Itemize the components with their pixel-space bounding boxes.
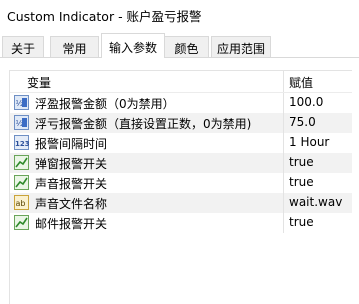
tab-scope-label: 应用范围 xyxy=(216,42,265,56)
tab-inputs[interactable]: 输入参数 xyxy=(101,33,165,58)
parameter-name: 浮亏报警金额（直接设置正数，0为禁用) xyxy=(35,117,252,131)
grid-header: 变量 赋值 xyxy=(10,71,352,92)
parameter-name: 声音报警开关 xyxy=(35,177,108,191)
cell-divider xyxy=(283,213,284,233)
table-row[interactable]: ab 声音文件名称 wait.wav xyxy=(10,193,352,213)
boolean-chart-icon xyxy=(14,175,29,190)
column-header-variable[interactable]: 变量 xyxy=(27,74,51,91)
parameter-value[interactable]: true xyxy=(289,155,314,169)
parameter-value[interactable]: wait.wav xyxy=(289,195,342,209)
inputs-panel: 变量 赋值 ½ 浮盈报警金额（0为禁用） 100.0 ½ 浮亏报警金额（直接设置… xyxy=(0,58,359,304)
parameter-name: 弹窗报警开关 xyxy=(35,157,108,171)
tab-about-label: 关于 xyxy=(10,42,35,56)
window-title: Custom Indicator - 账户盈亏报警 xyxy=(7,9,202,24)
cell-divider xyxy=(283,133,284,153)
tab-colors[interactable]: 颜色 xyxy=(164,36,209,57)
tab-inputs-label: 输入参数 xyxy=(108,41,157,55)
svg-text:123: 123 xyxy=(15,140,29,148)
text-string-icon: ab xyxy=(14,195,29,210)
parameter-value[interactable]: 1 Hour xyxy=(289,135,329,149)
table-row[interactable]: ½ 浮亏报警金额（直接设置正数，0为禁用) 75.0 xyxy=(10,113,352,133)
parameter-name: 邮件报警开关 xyxy=(35,217,108,231)
tab-colors-label: 颜色 xyxy=(174,42,199,56)
column-divider[interactable] xyxy=(283,71,284,92)
parameter-name: 报警间隔时间 xyxy=(35,137,108,151)
parameter-value[interactable]: true xyxy=(289,215,314,229)
cell-divider xyxy=(283,173,284,193)
window-titlebar: Custom Indicator - 账户盈亏报警 xyxy=(0,0,359,32)
cell-divider xyxy=(283,153,284,173)
svg-text:ab: ab xyxy=(16,199,26,208)
integer-enum-icon: 123 xyxy=(14,135,29,150)
table-row[interactable]: 123 报警间隔时间 1 Hour xyxy=(10,133,352,153)
cell-divider xyxy=(283,193,284,213)
cell-divider xyxy=(283,93,284,113)
parameter-value[interactable]: true xyxy=(289,175,314,189)
numeric-value-icon: ½ xyxy=(14,95,29,110)
table-row[interactable]: 声音报警开关 true xyxy=(10,173,352,193)
cell-divider xyxy=(283,113,284,133)
tab-common-label: 常用 xyxy=(62,42,87,56)
boolean-chart-icon xyxy=(14,215,29,230)
table-row[interactable]: ½ 浮盈报警金额（0为禁用） 100.0 xyxy=(10,93,352,113)
table-row[interactable]: 邮件报警开关 true xyxy=(10,213,352,233)
tab-scope[interactable]: 应用范围 xyxy=(211,36,271,57)
boolean-chart-icon xyxy=(14,155,29,170)
parameter-value[interactable]: 75.0 xyxy=(289,115,316,129)
column-header-value[interactable]: 赋值 xyxy=(289,74,313,91)
tab-about[interactable]: 关于 xyxy=(2,36,44,57)
inputs-grid: 变量 赋值 ½ 浮盈报警金额（0为禁用） 100.0 ½ 浮亏报警金额（直接设置… xyxy=(9,70,352,304)
parameter-value[interactable]: 100.0 xyxy=(289,95,323,109)
parameter-name: 浮盈报警金额（0为禁用） xyxy=(35,97,175,111)
parameter-name: 声音文件名称 xyxy=(35,197,108,211)
table-row[interactable]: 弹窗报警开关 true xyxy=(10,153,352,173)
numeric-value-icon: ½ xyxy=(14,115,29,130)
tab-common[interactable]: 常用 xyxy=(50,36,99,57)
